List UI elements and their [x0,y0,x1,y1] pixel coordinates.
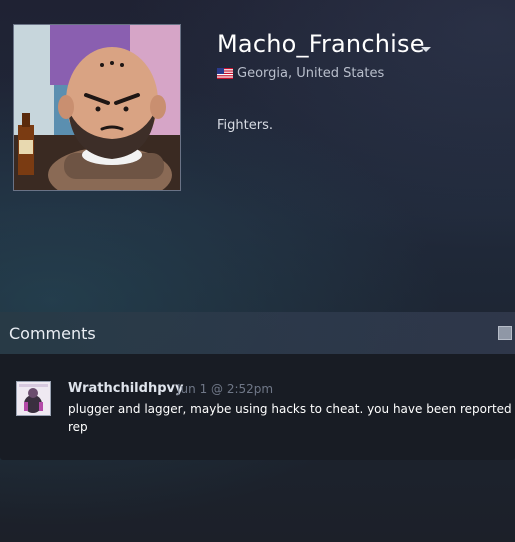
comments-header: Comments [0,312,515,354]
us-flag-icon [217,68,233,79]
comment-author[interactable]: Wrathchildhpvy [68,381,183,396]
comments-panel: Wrathchildhpvy Jun 1 @ 2:52pm plugger an… [0,354,515,460]
comment-text-line: rep [68,420,88,434]
comment-timestamp: Jun 1 @ 2:52pm [177,382,274,396]
profile-location: Georgia, United States [217,66,384,81]
comments-toggle-checkbox[interactable] [498,326,512,340]
profile-avatar[interactable] [13,24,181,191]
comment-item: Wrathchildhpvy Jun 1 @ 2:52pm plugger an… [0,354,515,460]
comment-text: plugger and lagger, maybe using hacks to… [68,400,515,440]
profile-summary: Fighters. [217,118,273,133]
commenter-avatar[interactable] [16,381,51,416]
location-text: Georgia, United States [237,66,385,81]
commenter-avatar-icon [17,382,50,415]
bald-cartoon-avatar-icon [14,25,180,190]
chevron-down-icon[interactable] [421,47,431,52]
persona-name: Macho_Franchise [217,30,425,58]
comments-title: Comments [9,324,96,343]
comment-text-line: plugger and lagger, maybe using hacks to… [68,402,515,416]
